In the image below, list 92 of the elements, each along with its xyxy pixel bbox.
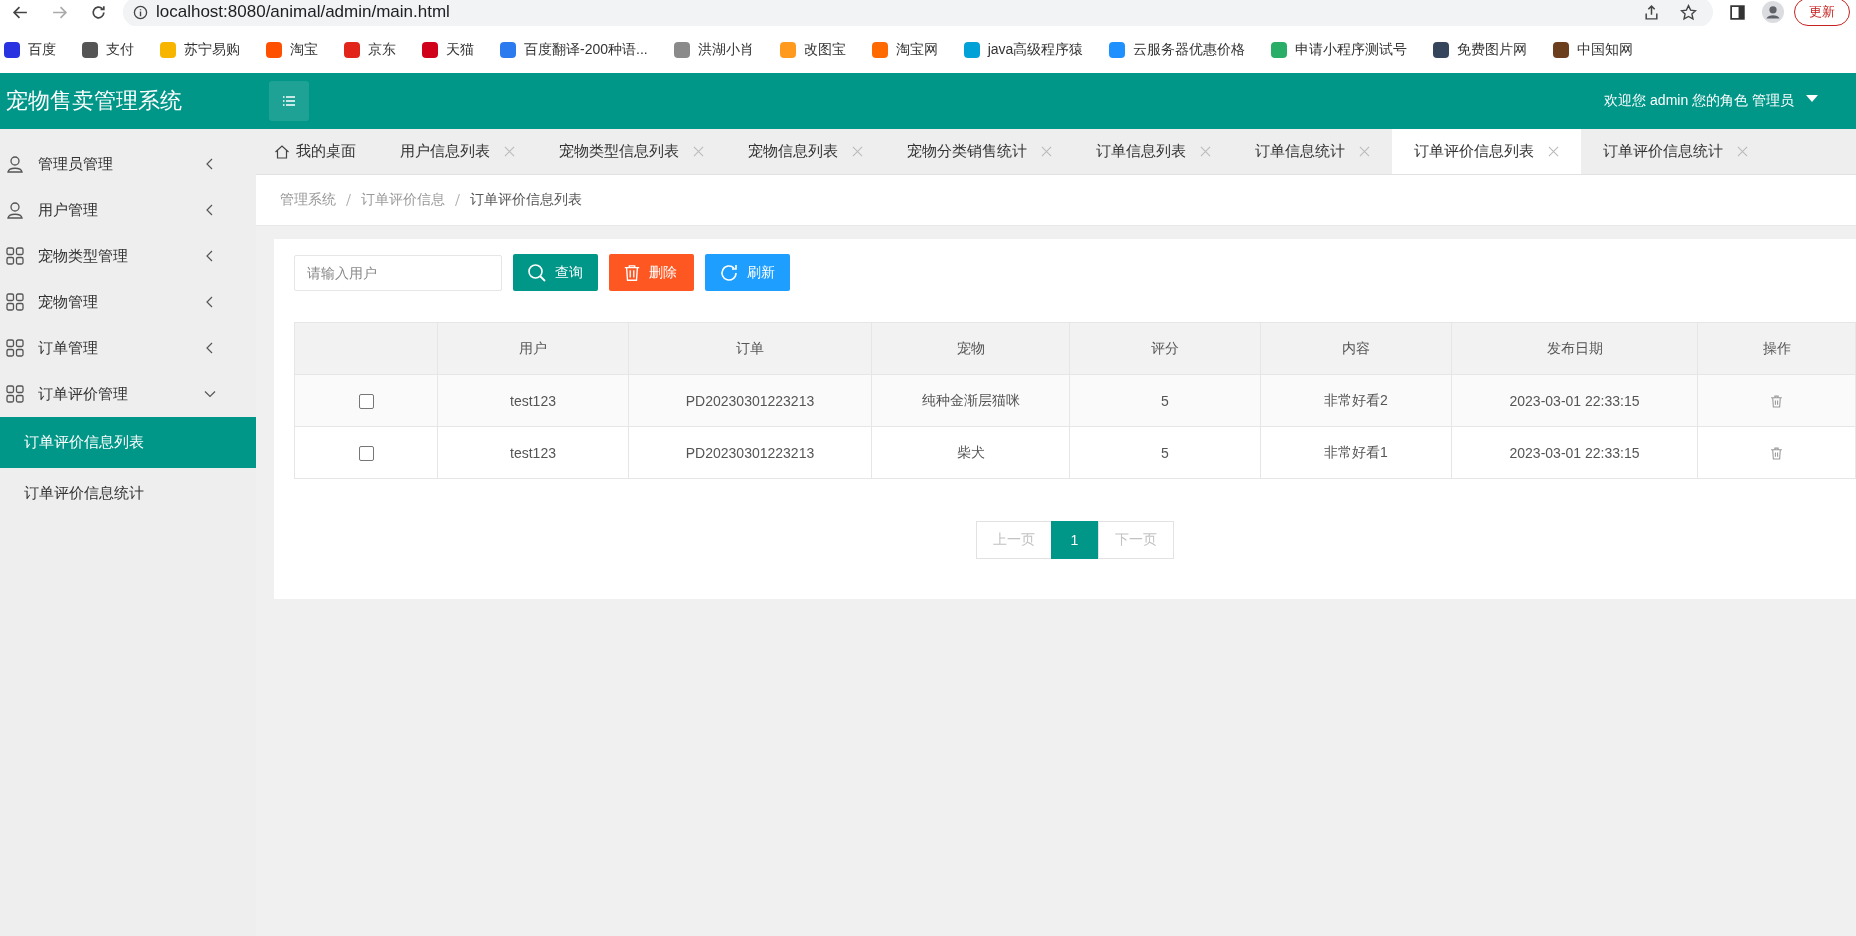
close-icon[interactable] — [1200, 146, 1211, 157]
sidebar-item[interactable]: 宠物类型管理 — [0, 233, 256, 279]
row-checkbox[interactable] — [358, 445, 374, 461]
bookmark[interactable]: 京东 — [344, 40, 396, 59]
close-icon[interactable] — [504, 146, 515, 157]
delete-icon[interactable] — [1770, 395, 1783, 409]
sidebar-item[interactable]: 宠物管理 — [0, 279, 256, 325]
info-icon — [133, 4, 148, 20]
tab[interactable]: 用户信息列表 — [378, 129, 537, 174]
bookmark[interactable]: 中国知网 — [1553, 40, 1634, 59]
close-icon[interactable] — [693, 146, 704, 157]
table-cell: 2023-03-01 22:33:15 — [1451, 426, 1698, 479]
tab[interactable]: 我的桌面 — [256, 129, 378, 174]
tab[interactable]: 订单信息统计 — [1233, 129, 1392, 174]
column-header: 评分 — [1069, 322, 1261, 375]
refresh-icon — [719, 262, 739, 283]
tab[interactable]: 订单评价信息统计 — [1581, 129, 1770, 174]
share-icon[interactable] — [1643, 3, 1660, 21]
url-text: localhost:8080/animal/admin/main.html — [156, 2, 450, 22]
bookmark[interactable]: 百度 — [4, 40, 56, 59]
table-cell: 2023-03-01 22:33:15 — [1451, 374, 1698, 427]
bookmark[interactable]: 洪湖小肖 — [673, 40, 754, 59]
table-cell: 非常好看1 — [1260, 426, 1452, 479]
grid-icon — [6, 247, 24, 265]
table-cell: 5 — [1069, 374, 1261, 427]
search-field[interactable]: 请输入用户 — [294, 254, 502, 291]
grid-icon — [6, 339, 24, 357]
trash-icon — [623, 263, 641, 282]
table-cell: test123 — [437, 374, 629, 427]
page-button[interactable]: 1 — [1050, 521, 1099, 559]
sidebar-subitem[interactable]: 订单评价信息统计 — [0, 468, 256, 519]
delete-icon[interactable] — [1770, 447, 1783, 461]
close-icon[interactable] — [1041, 146, 1052, 157]
bookmark[interactable]: 天猫 — [422, 40, 474, 59]
table-cell: 5 — [1069, 426, 1261, 479]
bookmark[interactable]: 改图宝 — [779, 40, 846, 59]
menu-icon — [281, 93, 297, 109]
table-cell: PD20230301223213 — [628, 374, 872, 427]
column-header: 操作 — [1697, 322, 1856, 375]
tab[interactable]: 宠物类型信息列表 — [537, 129, 726, 174]
search-icon — [527, 262, 547, 283]
breadcrumb-item: 订单评价信息列表 — [470, 191, 582, 209]
grid-icon — [6, 293, 24, 311]
update-button[interactable]: 更新 — [1794, 0, 1850, 26]
column-header: 发布日期 — [1451, 322, 1698, 375]
tab[interactable]: 宠物分类销售统计 — [885, 129, 1074, 174]
column-header: 用户 — [437, 322, 629, 375]
star-icon[interactable] — [1680, 3, 1697, 21]
grid-icon — [6, 385, 24, 403]
chevron-down-icon — [204, 388, 216, 400]
table-cell: 非常好看2 — [1260, 374, 1452, 427]
column-header: 内容 — [1260, 322, 1452, 375]
sidebar-item[interactable]: 管理员管理 — [0, 141, 256, 187]
bookmark[interactable]: 淘宝 — [266, 40, 318, 59]
table-cell: 柴犬 — [871, 426, 1070, 479]
reload-icon[interactable] — [90, 3, 107, 21]
column-header: 宠物 — [871, 322, 1070, 375]
table-cell: PD20230301223213 — [628, 426, 872, 479]
tab[interactable]: 宠物信息列表 — [726, 129, 885, 174]
sidebar-icon[interactable] — [1729, 3, 1746, 21]
bookmark[interactable]: 申请小程序测试号 — [1271, 40, 1408, 59]
bookmark[interactable]: 支付 — [82, 40, 134, 59]
column-header: 订单 — [628, 322, 872, 375]
user-icon — [6, 201, 24, 219]
tab[interactable]: 订单评价信息列表 — [1392, 129, 1581, 174]
bookmark[interactable]: 云服务器优惠价格 — [1109, 40, 1246, 59]
bookmark[interactable]: 免费图片网 — [1433, 40, 1528, 59]
close-icon[interactable] — [1548, 146, 1559, 157]
tab[interactable]: 订单信息列表 — [1074, 129, 1233, 174]
sidebar-item[interactable]: 订单管理 — [0, 325, 256, 371]
sidebar-subitem[interactable]: 订单评价信息列表 — [0, 417, 256, 468]
bookmark[interactable]: java高级程序猿 — [963, 40, 1084, 59]
close-icon[interactable] — [1359, 146, 1370, 157]
menu-button[interactable] — [269, 81, 309, 121]
row-checkbox[interactable] — [358, 393, 374, 409]
user-info[interactable]: 欢迎您 admin 您的角色 管理员 — [1604, 92, 1794, 110]
app-title: 宠物售卖管理系统 — [5, 87, 183, 115]
user-icon — [6, 155, 24, 173]
table-cell: test123 — [437, 426, 629, 479]
table-cell: 纯种金渐层猫咪 — [871, 374, 1070, 427]
bookmark[interactable]: 苏宁易购 — [160, 40, 240, 59]
home-icon — [274, 143, 290, 160]
dropdown-caret-icon[interactable] — [1806, 95, 1818, 103]
bookmark[interactable]: 淘宝网 — [871, 40, 938, 59]
close-icon[interactable] — [1737, 146, 1748, 157]
address-bar[interactable]: localhost:8080/animal/admin/main.html — [123, 0, 1713, 27]
sidebar-item[interactable]: 订单评价管理 — [0, 371, 256, 417]
profile-icon[interactable] — [1762, 1, 1784, 23]
close-icon[interactable] — [852, 146, 863, 157]
sidebar-item[interactable]: 用户管理 — [0, 187, 256, 233]
search-button[interactable]: 查询 — [513, 254, 598, 291]
bookmark[interactable]: 百度翻译-200种语... — [500, 40, 648, 59]
